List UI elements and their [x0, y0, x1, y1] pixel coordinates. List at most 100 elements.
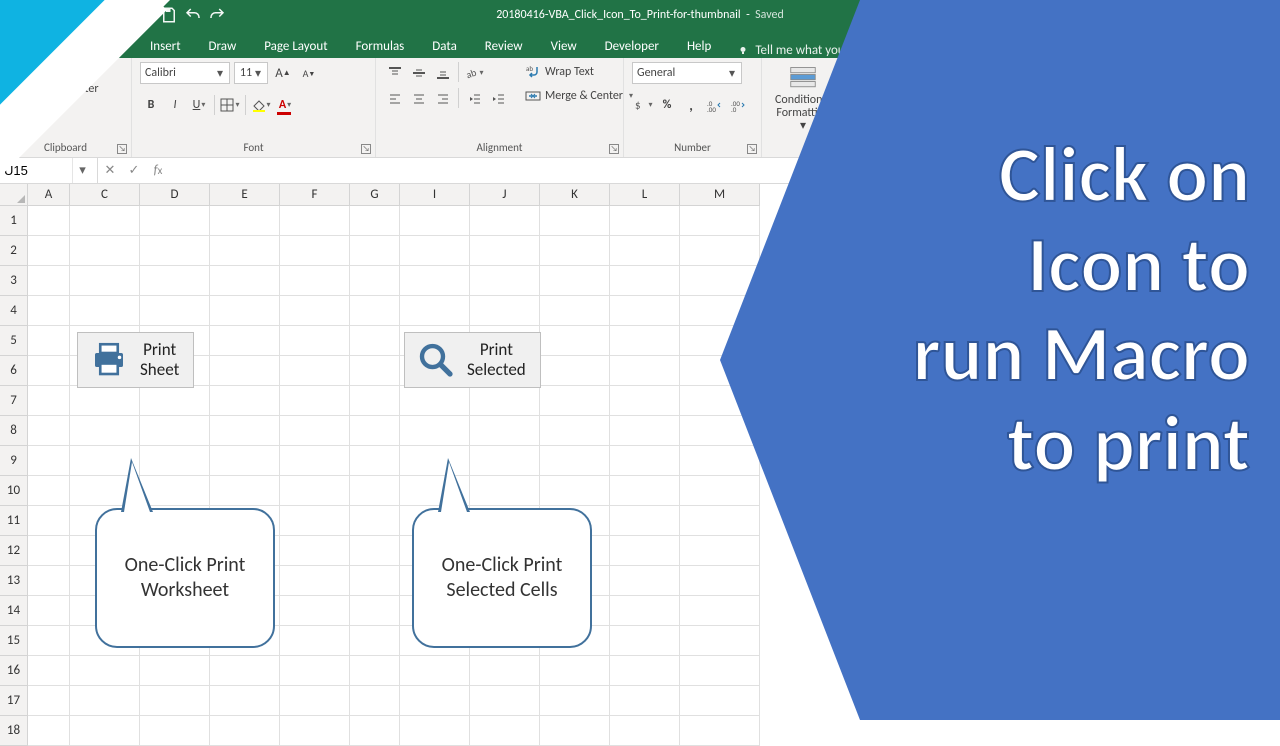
cell[interactable] — [470, 266, 540, 296]
cell[interactable] — [140, 386, 210, 416]
cell[interactable] — [470, 386, 540, 416]
cell[interactable] — [140, 206, 210, 236]
tab-review[interactable]: Review — [475, 35, 533, 58]
cell[interactable] — [140, 686, 210, 716]
accounting-format-button[interactable]: $ — [632, 94, 654, 116]
dialog-launcher-icon[interactable]: ↘ — [361, 144, 371, 154]
row-header[interactable]: 18 — [0, 716, 28, 746]
increase-decimal-button[interactable]: .0.00 — [704, 94, 726, 116]
row-header[interactable]: 16 — [0, 656, 28, 686]
orientation-button[interactable]: ab — [463, 62, 485, 84]
cell[interactable] — [280, 656, 350, 686]
cell[interactable] — [350, 416, 400, 446]
cell[interactable] — [610, 716, 680, 746]
redo-icon[interactable] — [208, 6, 226, 24]
cell[interactable] — [350, 566, 400, 596]
cell[interactable] — [680, 416, 760, 446]
cell[interactable] — [610, 326, 680, 356]
column-header[interactable]: E — [210, 184, 280, 206]
row-header[interactable]: 10 — [0, 476, 28, 506]
cell[interactable] — [350, 236, 400, 266]
cell[interactable] — [28, 566, 70, 596]
cell[interactable] — [680, 536, 760, 566]
row-header[interactable]: 7 — [0, 386, 28, 416]
cell[interactable] — [470, 446, 540, 476]
cell[interactable] — [610, 626, 680, 656]
dialog-launcher-icon[interactable]: ↘ — [747, 144, 757, 154]
cell[interactable] — [610, 536, 680, 566]
print-selected-macro-button[interactable]: PrintSelected — [404, 332, 541, 388]
grow-font-button[interactable]: A▲ — [272, 62, 294, 84]
row-header[interactable]: 4 — [0, 296, 28, 326]
tab-draw[interactable]: Draw — [199, 35, 247, 58]
align-center-button[interactable] — [408, 88, 430, 110]
wrap-text-button[interactable]: ab Wrap Text — [521, 62, 637, 82]
row-header[interactable]: 3 — [0, 266, 28, 296]
align-right-button[interactable] — [432, 88, 454, 110]
cell[interactable] — [610, 296, 680, 326]
cell[interactable] — [210, 416, 280, 446]
cell[interactable] — [540, 446, 610, 476]
cell[interactable] — [540, 656, 610, 686]
cell[interactable] — [28, 656, 70, 686]
cell[interactable] — [28, 446, 70, 476]
cell[interactable] — [210, 656, 280, 686]
row-header[interactable]: 9 — [0, 446, 28, 476]
cell[interactable] — [140, 716, 210, 746]
cell[interactable] — [280, 536, 350, 566]
cell[interactable] — [350, 296, 400, 326]
cell[interactable] — [540, 356, 610, 386]
cell[interactable] — [610, 476, 680, 506]
column-header[interactable]: K — [540, 184, 610, 206]
cell[interactable] — [280, 476, 350, 506]
cell[interactable] — [210, 446, 280, 476]
tell-me[interactable]: Tell me what you want to do — [737, 43, 904, 58]
align-middle-button[interactable] — [408, 62, 430, 84]
cell[interactable] — [70, 236, 140, 266]
cell[interactable] — [540, 716, 610, 746]
cell[interactable] — [28, 206, 70, 236]
comma-button[interactable]: , — [680, 94, 702, 116]
cell[interactable] — [610, 566, 680, 596]
decrease-decimal-button[interactable]: .00.0 — [728, 94, 750, 116]
cell[interactable] — [210, 206, 280, 236]
cell[interactable] — [280, 626, 350, 656]
cell[interactable] — [28, 236, 70, 266]
cell[interactable] — [680, 386, 760, 416]
cell[interactable] — [540, 476, 610, 506]
cell[interactable] — [210, 476, 280, 506]
cell[interactable] — [470, 686, 540, 716]
align-top-button[interactable] — [384, 62, 406, 84]
cell[interactable] — [400, 266, 470, 296]
cell[interactable] — [350, 656, 400, 686]
align-left-button[interactable] — [384, 88, 406, 110]
cell[interactable] — [280, 206, 350, 236]
cell[interactable] — [28, 536, 70, 566]
row-header[interactable]: 15 — [0, 626, 28, 656]
cell[interactable] — [210, 716, 280, 746]
cell[interactable] — [680, 206, 760, 236]
cell[interactable] — [280, 716, 350, 746]
cell[interactable] — [210, 386, 280, 416]
cell[interactable] — [680, 326, 760, 356]
cell[interactable] — [400, 716, 470, 746]
cell[interactable] — [680, 686, 760, 716]
cell[interactable] — [70, 266, 140, 296]
row-header[interactable]: 14 — [0, 596, 28, 626]
row-header[interactable]: 8 — [0, 416, 28, 446]
cell[interactable] — [680, 236, 760, 266]
cell[interactable] — [350, 266, 400, 296]
cell[interactable] — [540, 326, 610, 356]
cell[interactable] — [28, 626, 70, 656]
dialog-launcher-icon[interactable]: ↘ — [609, 144, 619, 154]
cell[interactable] — [610, 686, 680, 716]
formula-input[interactable] — [170, 158, 1280, 183]
cell[interactable] — [350, 686, 400, 716]
cell[interactable] — [610, 266, 680, 296]
merge-center-button[interactable]: Merge & Center▾ — [521, 86, 637, 106]
cell[interactable] — [140, 416, 210, 446]
cell[interactable] — [680, 626, 760, 656]
cell[interactable] — [70, 656, 140, 686]
cell[interactable] — [610, 356, 680, 386]
cell[interactable] — [140, 656, 210, 686]
